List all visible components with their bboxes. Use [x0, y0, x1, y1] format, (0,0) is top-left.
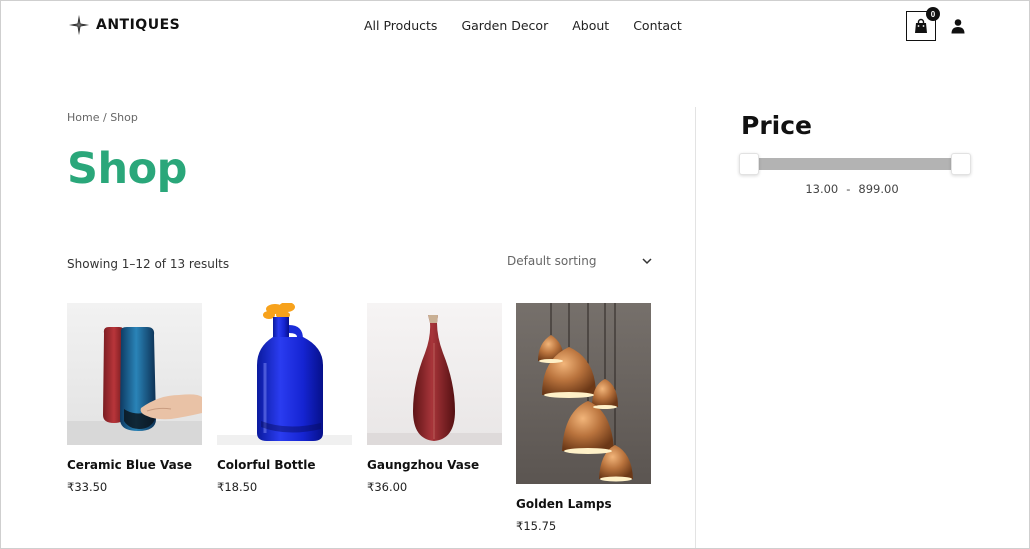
chevron-down-icon	[642, 258, 652, 265]
price-slider-min-handle[interactable]	[739, 153, 759, 175]
page-frame: ANTIQUES All Products Garden Decor About…	[0, 0, 1030, 549]
product-name[interactable]: Colorful Bottle	[217, 458, 352, 472]
product-image-colorful-bottle[interactable]	[217, 303, 352, 445]
price-filter-title: Price	[741, 111, 812, 140]
nav-item-about[interactable]: About	[572, 18, 609, 33]
product-price: ₹33.50	[67, 480, 108, 494]
user-account-icon[interactable]	[950, 18, 966, 34]
breadcrumb-home-link[interactable]: Home	[67, 111, 99, 124]
nav-item-contact[interactable]: Contact	[633, 18, 682, 33]
price-range-separator: -	[846, 182, 851, 196]
price-range-values: 13.00-899.00	[739, 182, 965, 196]
product-image-gaungzhou-vase[interactable]	[367, 303, 502, 445]
product-card: Colorful Bottle ₹18.50	[217, 303, 352, 494]
sorting-select[interactable]: Default sorting	[507, 251, 652, 271]
product-name[interactable]: Ceramic Blue Vase	[67, 458, 202, 472]
price-slider-track[interactable]	[749, 158, 961, 170]
price-max-value: 899.00	[858, 182, 899, 196]
price-slider-max-handle[interactable]	[951, 153, 971, 175]
breadcrumb: Home / Shop	[67, 111, 138, 124]
product-price: ₹18.50	[217, 480, 258, 494]
product-image-ceramic-blue-vase[interactable]	[67, 303, 202, 445]
nav-item-all-products[interactable]: All Products	[364, 18, 437, 33]
breadcrumb-separator: /	[99, 111, 111, 124]
logo-text: ANTIQUES	[96, 17, 181, 33]
product-price: ₹36.00	[367, 480, 408, 494]
product-card: Ceramic Blue Vase ₹33.50	[67, 303, 202, 494]
product-name[interactable]: Golden Lamps	[516, 497, 651, 511]
site-header: ANTIQUES All Products Garden Decor About…	[1, 1, 1029, 51]
result-count: Showing 1–12 of 13 results	[67, 257, 230, 271]
product-card: Golden Lamps ₹15.75	[516, 303, 651, 533]
product-price: ₹15.75	[516, 519, 557, 533]
shopping-bag-icon	[915, 18, 927, 33]
main-nav: All Products Garden Decor About Contact	[364, 18, 682, 33]
page-title: Shop	[67, 144, 187, 194]
breadcrumb-current: Shop	[110, 111, 138, 124]
product-name[interactable]: Gaungzhou Vase	[367, 458, 502, 472]
product-image-golden-lamps[interactable]	[516, 303, 651, 484]
site-logo[interactable]: ANTIQUES	[68, 14, 180, 36]
nav-item-garden-decor[interactable]: Garden Decor	[461, 18, 548, 33]
cart-count-badge: 0	[926, 7, 940, 21]
price-min-value: 13.00	[805, 182, 839, 196]
sorting-selected-value: Default sorting	[507, 254, 597, 268]
price-range-slider[interactable]	[739, 153, 971, 175]
compass-star-icon	[68, 14, 90, 36]
cart-button[interactable]: 0	[906, 7, 940, 41]
content-sidebar-divider	[695, 107, 696, 548]
product-card: Gaungzhou Vase ₹36.00	[367, 303, 502, 494]
